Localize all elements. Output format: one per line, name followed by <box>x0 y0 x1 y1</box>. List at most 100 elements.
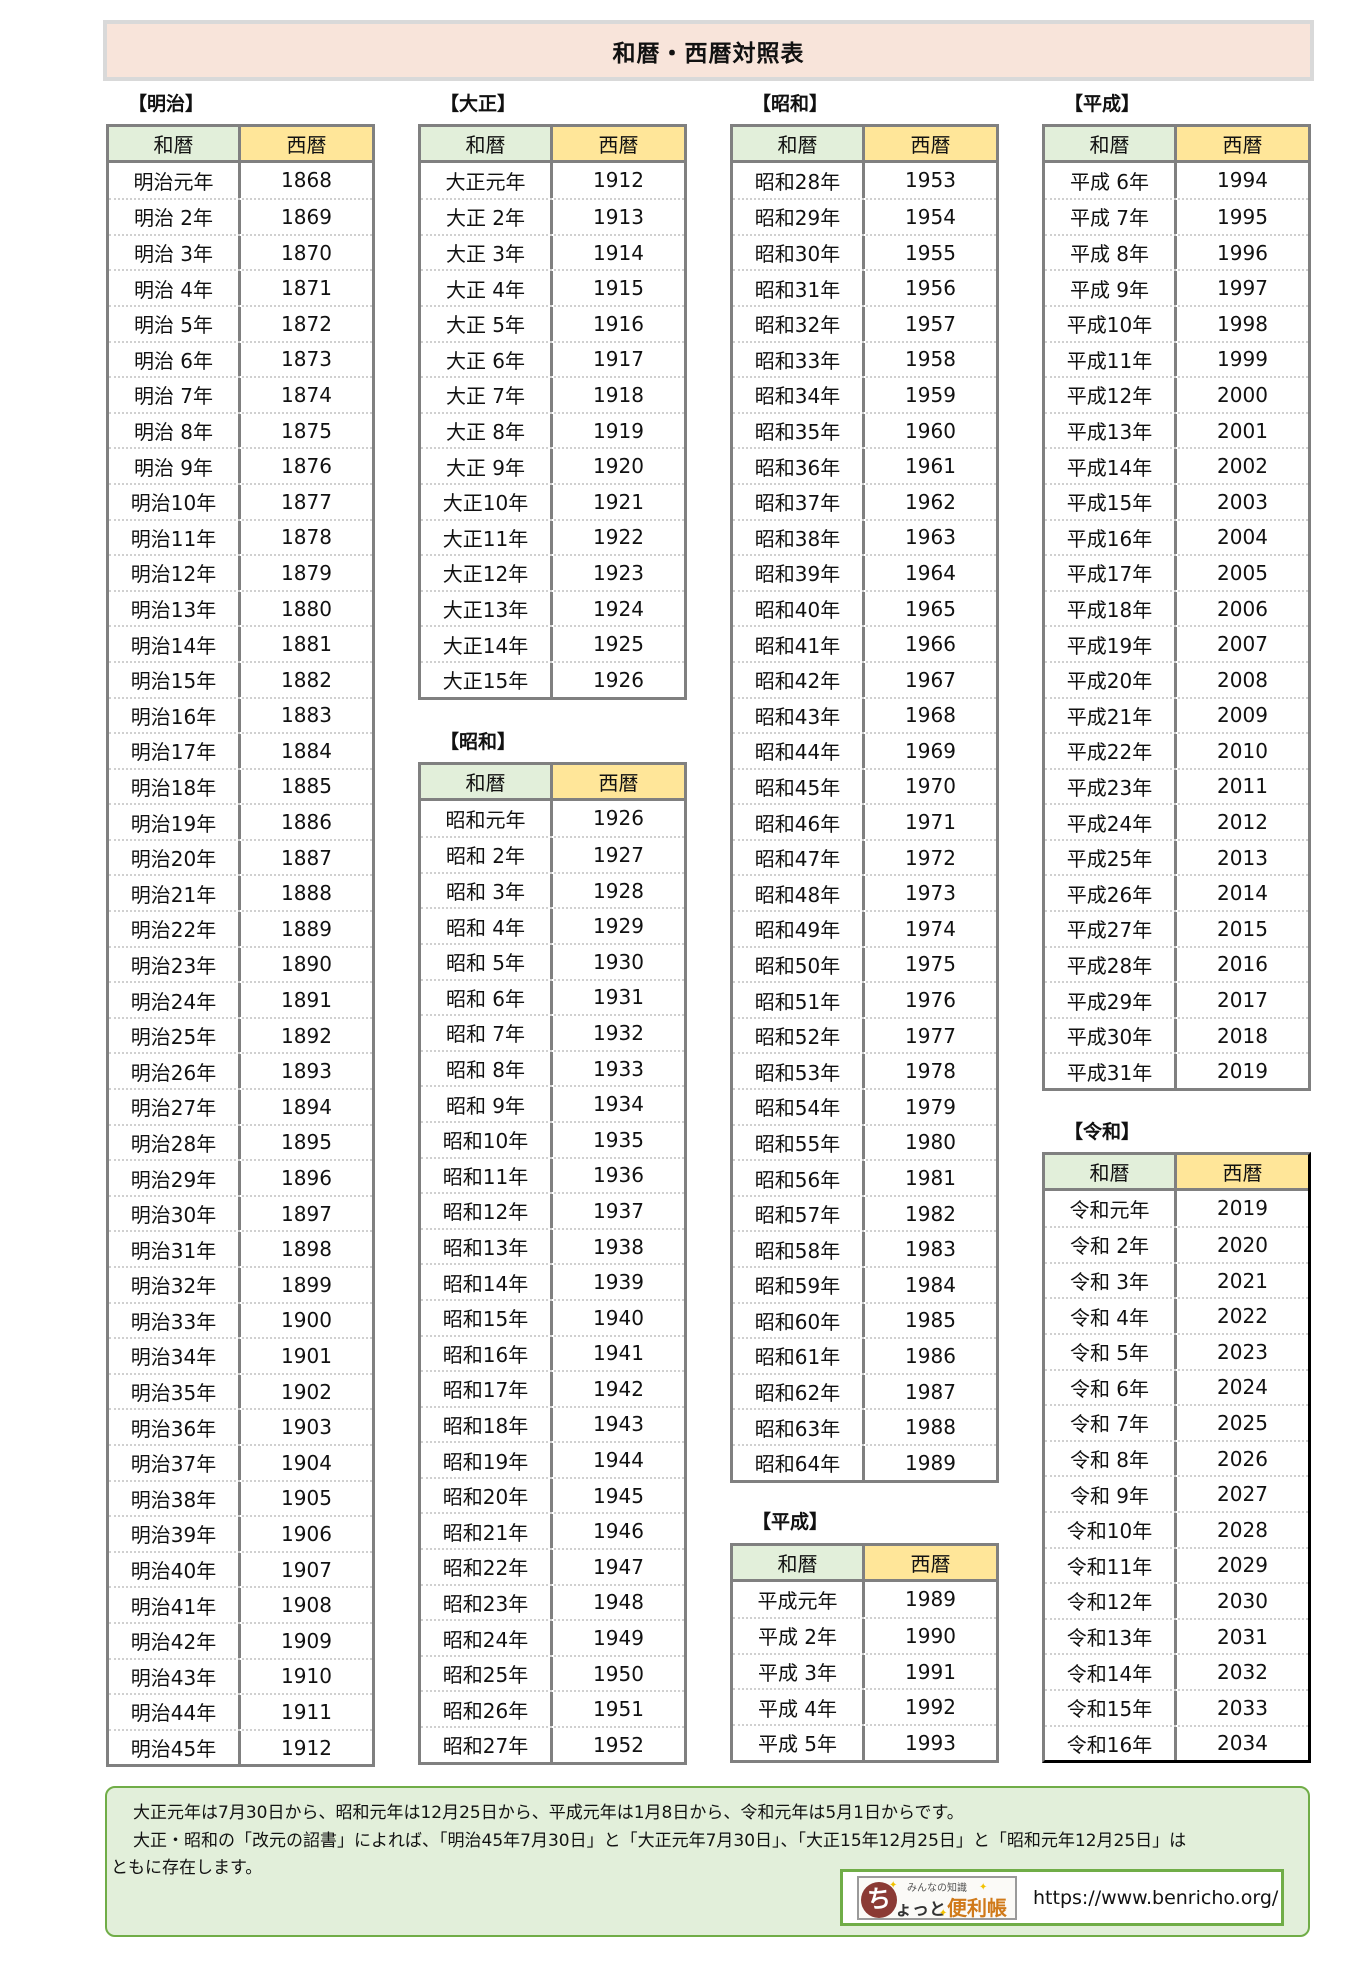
seireki-cell: 2031 <box>1217 1624 1268 1649</box>
table-row: 明治37年 1904 <box>109 1443 372 1480</box>
table-row: 明治26年 1893 <box>109 1052 372 1089</box>
wareki-cell: 大正14年 <box>421 627 553 661</box>
seireki-cell: 2033 <box>1217 1695 1268 1720</box>
seireki-cell: 1950 <box>593 1661 644 1686</box>
seireki-cell: 1944 <box>593 1448 644 1473</box>
table-row: 明治35年 1902 <box>109 1372 372 1409</box>
table-row: 昭和52年 1977 <box>733 1016 996 1053</box>
seireki-cell: 1913 <box>593 204 644 229</box>
wareki-cell: 平成17年 <box>1045 556 1177 590</box>
table-row: 令和13年 2031 <box>1045 1617 1308 1654</box>
table-row: 昭和19年 1944 <box>421 1441 684 1477</box>
seireki-cell: 1880 <box>281 596 332 621</box>
seireki-cell: 1976 <box>905 988 956 1013</box>
benricho-logo-icon[interactable]: ち みんなの知識 ょっと 便利帳 ✦ ✦ ✦ <box>857 1875 1017 1920</box>
site-link[interactable]: ち みんなの知識 ょっと 便利帳 ✦ ✦ ✦ https://www.benri… <box>840 1869 1284 1926</box>
wareki-cell: 平成 7年 <box>1045 200 1177 234</box>
seireki-cell: 1871 <box>281 276 332 301</box>
seireki-cell: 2012 <box>1217 810 1268 835</box>
seireki-cell: 1978 <box>905 1059 956 1084</box>
seireki-cell: 1990 <box>905 1623 956 1648</box>
wareki-cell: 明治 9年 <box>109 449 241 483</box>
table-row: 昭和61年 1986 <box>733 1337 996 1373</box>
wareki-cell: 大正 9年 <box>421 449 553 483</box>
wareki-cell: 大正 6年 <box>421 342 553 377</box>
table-row: 昭和53年 1978 <box>733 1052 996 1089</box>
seireki-cell: 1923 <box>593 560 644 585</box>
table-row: 昭和 5年 1930 <box>421 942 684 979</box>
wareki-cell: 昭和27年 <box>421 1728 553 1762</box>
seireki-cell: 2008 <box>1217 667 1268 692</box>
seireki-cell: 1963 <box>905 525 956 550</box>
table-row: 明治44年 1911 <box>109 1693 372 1729</box>
seireki-cell: 2034 <box>1217 1731 1268 1756</box>
table-row: 明治23年 1890 <box>109 945 372 982</box>
seireki-cell: 1939 <box>593 1270 644 1295</box>
wareki-cell: 昭和35年 <box>733 413 865 448</box>
seireki-cell: 1918 <box>593 382 644 407</box>
seireki-cell: 1891 <box>281 988 332 1013</box>
seireki-cell: 1931 <box>593 985 644 1010</box>
seireki-cell: 1970 <box>905 774 956 799</box>
table-row: 平成21年 2009 <box>1045 696 1308 733</box>
table-row: 明治 6年 1873 <box>109 340 372 377</box>
wareki-cell: 昭和60年 <box>733 1303 865 1338</box>
wareki-cell: 昭和19年 <box>421 1443 553 1477</box>
seireki-cell: 2024 <box>1217 1375 1268 1400</box>
site-url-link[interactable]: https://www.benricho.org/ <box>1033 1887 1278 1909</box>
table-row: 明治30年 1897 <box>109 1194 372 1231</box>
table-row: 昭和58年 1983 <box>733 1230 996 1266</box>
wareki-cell: 明治41年 <box>109 1588 241 1622</box>
wareki-cell: 平成13年 <box>1045 413 1177 448</box>
wareki-cell: 昭和29年 <box>733 200 865 234</box>
seireki-cell: 1907 <box>281 1557 332 1582</box>
seireki-cell: 1943 <box>593 1412 644 1437</box>
era-table: 和暦 西暦 平成元年 1989 平成 2年 1990 平成 3年 1991 平成 4年 1992 平… <box>730 1543 999 1763</box>
table-header-row: 和暦 西暦 <box>421 765 684 801</box>
seireki-cell: 1997 <box>1217 276 1268 301</box>
wareki-cell: 昭和元年 <box>421 800 553 837</box>
seireki-cell: 1989 <box>905 1450 956 1475</box>
wareki-cell: 昭和26年 <box>421 1692 553 1727</box>
table-row: 明治43年 1910 <box>109 1657 372 1694</box>
table-row: 明治元年 1868 <box>109 162 372 199</box>
table-row: 明治 9年 1876 <box>109 447 372 483</box>
page-title-box: 和暦・西暦対照表 <box>103 20 1314 81</box>
seireki-cell: 1869 <box>281 204 332 229</box>
wareki-cell: 平成20年 <box>1045 662 1177 697</box>
seireki-cell: 1893 <box>281 1059 332 1084</box>
seireki-cell: 1957 <box>905 311 956 336</box>
seireki-cell: 1906 <box>281 1521 332 1546</box>
wareki-cell: 明治40年 <box>109 1552 241 1587</box>
table-row: 平成 4年 1992 <box>733 1688 996 1724</box>
wareki-cell: 明治23年 <box>109 947 241 982</box>
seireki-cell: 1973 <box>905 881 956 906</box>
table-row: 昭和16年 1941 <box>421 1334 684 1371</box>
wareki-cell: 令和13年 <box>1045 1619 1177 1654</box>
seireki-cell: 2011 <box>1217 774 1268 799</box>
table-row: 昭和14年 1939 <box>421 1263 684 1299</box>
wareki-cell: 昭和 3年 <box>421 873 553 908</box>
seireki-cell: 1905 <box>281 1486 332 1511</box>
table-row: 平成23年 2011 <box>1045 767 1308 804</box>
wareki-cell: 昭和36年 <box>733 449 865 483</box>
wareki-cell: 平成19年 <box>1045 627 1177 661</box>
seireki-cell: 1888 <box>281 881 332 906</box>
wareki-cell: 昭和14年 <box>421 1265 553 1299</box>
table-row: 明治 2年 1869 <box>109 198 372 234</box>
table-row: 明治 8年 1875 <box>109 411 372 448</box>
seireki-cell: 2000 <box>1217 382 1268 407</box>
seireki-cell: 1930 <box>593 949 644 974</box>
seireki-cell: 1955 <box>905 240 956 265</box>
wareki-cell: 平成21年 <box>1045 698 1177 733</box>
seireki-cell: 1873 <box>281 347 332 372</box>
logo-text-big: 便利帳 <box>947 1895 1007 1920</box>
seireki-cell: 1972 <box>905 845 956 870</box>
seireki-cell: 1966 <box>905 632 956 657</box>
table-row: 昭和54年 1979 <box>733 1088 996 1124</box>
seireki-cell: 2020 <box>1217 1232 1268 1257</box>
wareki-cell: 昭和59年 <box>733 1268 865 1302</box>
table-row: 昭和32年 1957 <box>733 304 996 341</box>
wareki-cell: 平成28年 <box>1045 947 1177 982</box>
table-row: 大正 2年 1913 <box>421 198 684 234</box>
